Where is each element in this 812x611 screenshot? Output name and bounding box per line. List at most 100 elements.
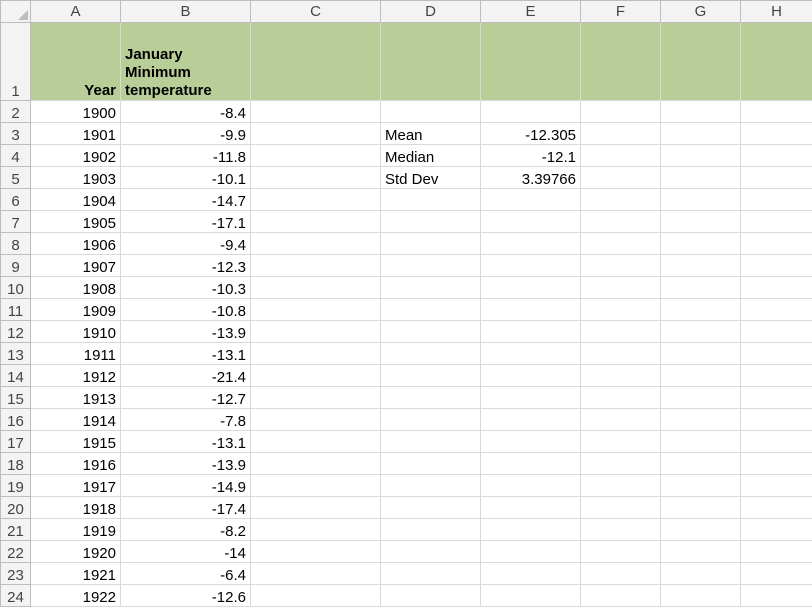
row-header-24[interactable]: 24 — [1, 585, 31, 607]
cell-temp[interactable]: -13.9 — [121, 321, 251, 343]
cell[interactable] — [251, 585, 381, 607]
cell[interactable] — [581, 101, 661, 123]
row-header-17[interactable]: 17 — [1, 431, 31, 453]
cell[interactable] — [661, 167, 741, 189]
cell[interactable] — [381, 343, 481, 365]
row-header-22[interactable]: 22 — [1, 541, 31, 563]
cell[interactable] — [581, 189, 661, 211]
cell[interactable] — [481, 255, 581, 277]
select-all-corner[interactable] — [1, 1, 31, 23]
cell[interactable] — [661, 563, 741, 585]
cell[interactable] — [661, 343, 741, 365]
cell[interactable] — [251, 299, 381, 321]
cell-temp[interactable]: -14.9 — [121, 475, 251, 497]
cell-year[interactable]: 1921 — [31, 563, 121, 585]
cell[interactable] — [581, 387, 661, 409]
cell[interactable] — [481, 233, 581, 255]
col-header-B[interactable]: B — [121, 1, 251, 23]
cell-temp[interactable]: -10.1 — [121, 167, 251, 189]
cell[interactable] — [581, 409, 661, 431]
row-header-2[interactable]: 2 — [1, 101, 31, 123]
cell-year[interactable]: 1903 — [31, 167, 121, 189]
row-header-7[interactable]: 7 — [1, 211, 31, 233]
stat-label[interactable]: Std Dev — [381, 167, 481, 189]
cell-temp[interactable]: -7.8 — [121, 409, 251, 431]
cell[interactable] — [741, 519, 812, 541]
stat-value[interactable]: -12.1 — [481, 145, 581, 167]
cell[interactable] — [661, 277, 741, 299]
cell[interactable] — [381, 189, 481, 211]
cell-temp[interactable]: -13.1 — [121, 343, 251, 365]
row-header-16[interactable]: 16 — [1, 409, 31, 431]
cell-temp[interactable]: -10.3 — [121, 277, 251, 299]
cell[interactable] — [481, 343, 581, 365]
cell[interactable] — [481, 387, 581, 409]
cell[interactable] — [581, 123, 661, 145]
cell[interactable] — [741, 541, 812, 563]
cell[interactable] — [581, 497, 661, 519]
row-header-3[interactable]: 3 — [1, 123, 31, 145]
cell[interactable] — [661, 585, 741, 607]
cell[interactable] — [481, 541, 581, 563]
cell[interactable] — [251, 277, 381, 299]
cell-year[interactable]: 1918 — [31, 497, 121, 519]
cell-temp[interactable]: -12.3 — [121, 255, 251, 277]
cell[interactable] — [661, 23, 741, 101]
cell[interactable] — [581, 431, 661, 453]
cell[interactable] — [481, 563, 581, 585]
cell-year[interactable]: 1909 — [31, 299, 121, 321]
cell[interactable] — [581, 145, 661, 167]
cell[interactable] — [661, 475, 741, 497]
row-header-14[interactable]: 14 — [1, 365, 31, 387]
row-header-5[interactable]: 5 — [1, 167, 31, 189]
row-header-1[interactable]: 1 — [1, 23, 31, 101]
cell-year[interactable]: 1906 — [31, 233, 121, 255]
cell[interactable] — [581, 23, 661, 101]
cell[interactable] — [251, 23, 381, 101]
cell-temp[interactable]: -13.1 — [121, 431, 251, 453]
cell[interactable] — [481, 365, 581, 387]
cell[interactable] — [251, 453, 381, 475]
cell[interactable] — [741, 409, 812, 431]
cell[interactable] — [381, 409, 481, 431]
cell[interactable] — [661, 453, 741, 475]
cell[interactable] — [741, 563, 812, 585]
cell[interactable] — [251, 343, 381, 365]
cell-year[interactable]: 1908 — [31, 277, 121, 299]
cell[interactable] — [741, 123, 812, 145]
cell[interactable] — [481, 211, 581, 233]
cell[interactable] — [481, 585, 581, 607]
cell-temp[interactable]: -9.4 — [121, 233, 251, 255]
cell[interactable] — [481, 431, 581, 453]
cell-year[interactable]: 1915 — [31, 431, 121, 453]
cell[interactable] — [381, 299, 481, 321]
row-header-8[interactable]: 8 — [1, 233, 31, 255]
row-header-9[interactable]: 9 — [1, 255, 31, 277]
cell-year[interactable]: 1901 — [31, 123, 121, 145]
cell[interactable] — [581, 519, 661, 541]
cell[interactable] — [581, 299, 661, 321]
cell[interactable] — [661, 541, 741, 563]
header-year[interactable]: Year — [31, 23, 121, 101]
cell[interactable] — [251, 519, 381, 541]
cell[interactable] — [381, 277, 481, 299]
cell[interactable] — [251, 123, 381, 145]
cell[interactable] — [741, 23, 812, 101]
cell[interactable] — [381, 585, 481, 607]
cell[interactable] — [251, 321, 381, 343]
cell[interactable] — [661, 365, 741, 387]
cell[interactable] — [661, 321, 741, 343]
cell[interactable] — [661, 255, 741, 277]
cell[interactable] — [741, 475, 812, 497]
cell[interactable] — [481, 409, 581, 431]
cell[interactable] — [741, 321, 812, 343]
cell[interactable] — [251, 431, 381, 453]
stat-label[interactable]: Mean — [381, 123, 481, 145]
cell-year[interactable]: 1916 — [31, 453, 121, 475]
cell-temp[interactable]: -13.9 — [121, 453, 251, 475]
cell[interactable] — [251, 233, 381, 255]
cell-temp[interactable]: -12.6 — [121, 585, 251, 607]
cell-temp[interactable]: -12.7 — [121, 387, 251, 409]
cell[interactable] — [381, 211, 481, 233]
cell[interactable] — [661, 123, 741, 145]
